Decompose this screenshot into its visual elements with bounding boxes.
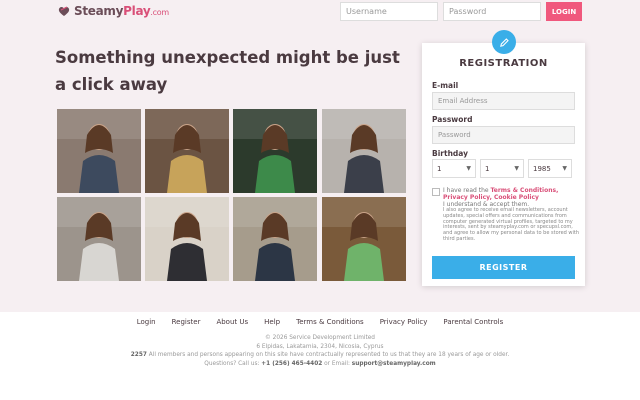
birthday-label: Birthday <box>432 149 468 158</box>
register-password-field[interactable] <box>432 126 575 144</box>
contact-email[interactable]: support@steamyplay.com <box>352 361 436 367</box>
logo-accent: Play <box>123 4 151 18</box>
footer-link-parental-controls[interactable]: Parental Controls <box>443 318 503 326</box>
consent-fine-print: I also agree to receive email newsletter… <box>443 207 580 242</box>
footer-link-terms-conditions[interactable]: Terms & Conditions <box>296 318 364 326</box>
profile-image <box>233 197 317 281</box>
birthday-month-select[interactable]: 1 ▼ <box>480 159 524 178</box>
terms-separator: , <box>556 187 559 194</box>
terms-checkbox[interactable] <box>432 188 440 196</box>
chevron-down-icon: ▼ <box>514 165 519 172</box>
heart-logo-icon <box>58 6 70 16</box>
login-button[interactable]: LOGIN <box>546 2 582 21</box>
registration-title: REGISTRATION <box>459 58 548 69</box>
birthday-month-value: 1 <box>485 164 490 173</box>
terms-prefix: I have read the <box>443 187 491 194</box>
footer-link-privacy-policy[interactable]: Privacy Policy <box>380 318 428 326</box>
profile-photo-1[interactable] <box>57 109 141 193</box>
disclaimer-code: 2257 <box>130 352 147 358</box>
cookie-link[interactable]: Cookie Policy <box>494 194 539 201</box>
footer-info: © 2026 Service Development Limited 6 Elp… <box>0 334 640 368</box>
footer-disclaimer: 2257 All members and persons appearing o… <box>0 351 640 360</box>
contact-mid: or Email: <box>322 360 352 367</box>
profile-image <box>322 109 406 193</box>
profile-photo-4[interactable] <box>322 109 406 193</box>
password-label: Password <box>432 115 473 124</box>
registration-card: REGISTRATION E-mail Password Birthday 1 … <box>422 43 585 286</box>
footer-link-login[interactable]: Login <box>137 318 156 326</box>
profile-photo-5[interactable] <box>57 197 141 281</box>
profile-photo-3[interactable] <box>233 109 317 193</box>
terms-text: I have read the Terms & Conditions, Priv… <box>443 187 583 208</box>
footer-link-about-us[interactable]: About Us <box>216 318 248 326</box>
birthday-day-select[interactable]: 1 ▼ <box>432 159 476 178</box>
birthday-year-value: 1985 <box>533 164 551 173</box>
password-input[interactable] <box>443 2 541 21</box>
profile-photo-6[interactable] <box>145 197 229 281</box>
birthday-year-select[interactable]: 1985 ▼ <box>528 159 572 178</box>
logo-prefix: Steamy <box>74 4 124 18</box>
footer-address: 6 Elpidas, Lakatamia, 2304, Nicosia, Cyp… <box>256 343 384 350</box>
profile-photo-2[interactable] <box>145 109 229 193</box>
footer-contact: Questions? Call us: +1 (256) 465-4402 or… <box>0 360 640 369</box>
disclaimer-text: All members and persons appearing on thi… <box>146 352 510 358</box>
logo-suffix: .com <box>150 8 169 17</box>
profile-image <box>145 109 229 193</box>
email-label: E-mail <box>432 81 459 90</box>
profile-image <box>145 197 229 281</box>
register-button[interactable]: REGISTER <box>432 256 575 279</box>
profile-photo-8[interactable] <box>322 197 406 281</box>
top-bar: SteamyPlay.com LOGIN <box>0 0 640 24</box>
contact-phone[interactable]: +1 (256) 465-4402 <box>261 361 322 367</box>
profile-image <box>57 197 141 281</box>
footer-link-register[interactable]: Register <box>172 318 201 326</box>
logo-text: SteamyPlay.com <box>74 4 169 18</box>
username-input[interactable] <box>340 2 438 21</box>
profile-image <box>322 197 406 281</box>
profile-image <box>233 109 317 193</box>
email-field[interactable] <box>432 92 575 110</box>
privacy-link[interactable]: Privacy Policy <box>443 194 490 201</box>
logo[interactable]: SteamyPlay.com <box>57 4 169 18</box>
footer-copyright: © 2026 Service Development Limited <box>265 335 375 341</box>
profile-photo-7[interactable] <box>233 197 317 281</box>
birthday-day-value: 1 <box>437 164 442 173</box>
footer-link-help[interactable]: Help <box>264 318 280 326</box>
pencil-icon <box>492 30 516 54</box>
profile-image <box>57 109 141 193</box>
hero-headline: Something unexpected might be just a cli… <box>55 48 400 94</box>
footer-nav: Login Register About Us Help Terms & Conditi… <box>0 318 640 326</box>
chevron-down-icon: ▼ <box>562 165 567 172</box>
terms-link[interactable]: Terms & Conditions <box>490 187 556 194</box>
contact-prefix: Questions? Call us: <box>204 360 262 367</box>
chevron-down-icon: ▼ <box>466 165 471 172</box>
